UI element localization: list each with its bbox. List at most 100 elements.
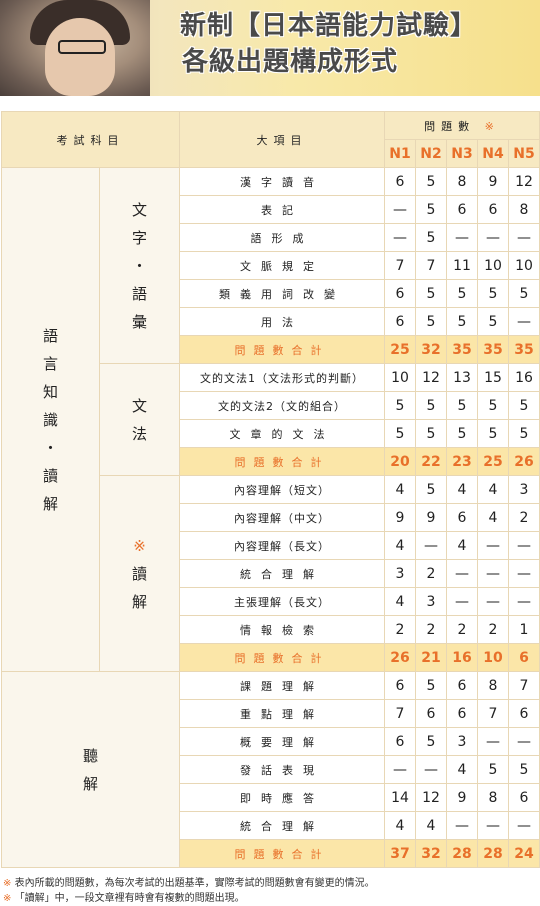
listening-value: 4 bbox=[415, 811, 447, 840]
reading-value: 3 bbox=[384, 559, 416, 588]
grammar-value: 15 bbox=[477, 363, 509, 392]
level-header: N4 bbox=[477, 139, 509, 168]
reading-value: 6 bbox=[446, 503, 478, 532]
listening-value: 8 bbox=[477, 671, 509, 700]
reading-item: 主張理解（長文） bbox=[179, 587, 385, 616]
vocab-value: — bbox=[477, 223, 509, 252]
reading-value: — bbox=[477, 559, 509, 588]
reading-value: 5 bbox=[415, 475, 447, 504]
header-count: 問題數 ※ bbox=[384, 111, 540, 140]
reading-value: 4 bbox=[446, 531, 478, 560]
reading-value: 2 bbox=[477, 615, 509, 644]
level-header: N1 bbox=[384, 139, 416, 168]
vocab-sum-value: 25 bbox=[384, 335, 416, 364]
footnotes: ※ 表內所載的問題數，為每次考試的出題基準，實際考試的問題數會有變更的情況。 ※… bbox=[3, 876, 375, 906]
vocab-value: 6 bbox=[446, 195, 478, 224]
listening-sum-value: 24 bbox=[508, 839, 540, 868]
vocab-item: 類義用詞改變 bbox=[179, 279, 385, 308]
reading-value: 1 bbox=[508, 615, 540, 644]
section-language: 語 言 知 識 ・ 讀 解 bbox=[1, 167, 100, 672]
grammar-value: 10 bbox=[384, 363, 416, 392]
listening-value: 6 bbox=[384, 671, 416, 700]
vocab-sum-value: 35 bbox=[508, 335, 540, 364]
vocab-value: 5 bbox=[477, 279, 509, 308]
listening-value: 5 bbox=[415, 671, 447, 700]
table-row: 聽 解課題理解 6 5 6 8 7 bbox=[1, 671, 540, 868]
reading-value: 9 bbox=[384, 503, 416, 532]
listening-value: — bbox=[477, 811, 509, 840]
vocab-item: 語形成 bbox=[179, 223, 385, 252]
listening-sum-value: 32 bbox=[415, 839, 447, 868]
reading-value: 2 bbox=[384, 615, 416, 644]
listening-value: 4 bbox=[446, 755, 478, 784]
vocab-sum-value: 32 bbox=[415, 335, 447, 364]
grammar-sum-value: 23 bbox=[446, 447, 478, 476]
header-item: 大項目 bbox=[179, 111, 385, 168]
grammar-value: 13 bbox=[446, 363, 478, 392]
reading-value: 3 bbox=[415, 587, 447, 616]
grammar-value: 5 bbox=[415, 419, 447, 448]
vocab-value: 5 bbox=[415, 195, 447, 224]
listening-item: 概要理解 bbox=[179, 727, 385, 756]
reading-value: 9 bbox=[415, 503, 447, 532]
vocab-value: 7 bbox=[415, 251, 447, 280]
vocab-value: 5 bbox=[415, 307, 447, 336]
table-row: 語 言 知 識 ・ 讀 解文 字 ・ 語 彙漢字讀音 6 5 8 9 12 bbox=[1, 167, 540, 672]
vocab-value: 6 bbox=[477, 195, 509, 224]
reading-value: — bbox=[477, 587, 509, 616]
vocab-sum-value: 35 bbox=[446, 335, 478, 364]
reading-value: — bbox=[508, 559, 540, 588]
footnote-2: ※ 「讀解」中，一段文章裡有時會有複數的問題出現。 bbox=[3, 893, 245, 904]
listening-value: 5 bbox=[477, 755, 509, 784]
reading-value: — bbox=[446, 587, 478, 616]
vocab-sum-value: 35 bbox=[477, 335, 509, 364]
listening-value: 4 bbox=[384, 811, 416, 840]
vocab-value: 6 bbox=[384, 307, 416, 336]
listening-value: — bbox=[415, 755, 447, 784]
grammar-value: 5 bbox=[508, 419, 540, 448]
footnote-1: ※ 表內所載的問題數，為每次考試的出題基準，實際考試的問題數會有變更的情況。 bbox=[3, 878, 375, 889]
reading-sum-label: 問題數合計 bbox=[179, 643, 385, 672]
grammar-value: 5 bbox=[384, 419, 416, 448]
listening-value: 6 bbox=[446, 671, 478, 700]
listening-value: 5 bbox=[508, 755, 540, 784]
title-line1: 新制【日本語能力試驗】 bbox=[180, 11, 478, 41]
vocab-value: 5 bbox=[415, 279, 447, 308]
section-listening: 聽 解 bbox=[1, 671, 180, 868]
listening-sum-label: 問題數合計 bbox=[179, 839, 385, 868]
listening-value: — bbox=[477, 727, 509, 756]
vocab-value: — bbox=[508, 307, 540, 336]
grammar-sum-value: 20 bbox=[384, 447, 416, 476]
grammar-value: 5 bbox=[384, 391, 416, 420]
listening-sum-value: 37 bbox=[384, 839, 416, 868]
listening-value: 6 bbox=[508, 783, 540, 812]
reading-value: 4 bbox=[477, 503, 509, 532]
grammar-item: 文的文法2（文的組合） bbox=[179, 391, 385, 420]
reading-value: 4 bbox=[446, 475, 478, 504]
reading-item: 內容理解（長文） bbox=[179, 531, 385, 560]
vocab-item: 文脈規定 bbox=[179, 251, 385, 280]
vocab-value: 6 bbox=[384, 279, 416, 308]
listening-value: 6 bbox=[508, 699, 540, 728]
reading-value: 4 bbox=[384, 475, 416, 504]
grammar-item: 文章的文法 bbox=[179, 419, 385, 448]
reading-sum-value: 6 bbox=[508, 643, 540, 672]
grammar-value: 5 bbox=[508, 391, 540, 420]
listening-value: 7 bbox=[477, 699, 509, 728]
listening-value: 7 bbox=[384, 699, 416, 728]
listening-value: 5 bbox=[415, 727, 447, 756]
vocab-value: 8 bbox=[508, 195, 540, 224]
reading-sum-value: 10 bbox=[477, 643, 509, 672]
level-header: N5 bbox=[508, 139, 540, 168]
vocab-value: 5 bbox=[415, 167, 447, 196]
grammar-item: 文的文法1（文法形式的判斷） bbox=[179, 363, 385, 392]
level-header: N2 bbox=[415, 139, 447, 168]
grammar-sum-label: 問題數合計 bbox=[179, 447, 385, 476]
grammar-value: 12 bbox=[415, 363, 447, 392]
listening-value: 6 bbox=[384, 727, 416, 756]
vocab-value: — bbox=[384, 223, 416, 252]
subsection-grammar: 文 法 bbox=[99, 363, 180, 476]
grammar-value: 5 bbox=[477, 391, 509, 420]
reading-value: 3 bbox=[508, 475, 540, 504]
title-line2: 各級出題構成形式 bbox=[182, 47, 399, 77]
